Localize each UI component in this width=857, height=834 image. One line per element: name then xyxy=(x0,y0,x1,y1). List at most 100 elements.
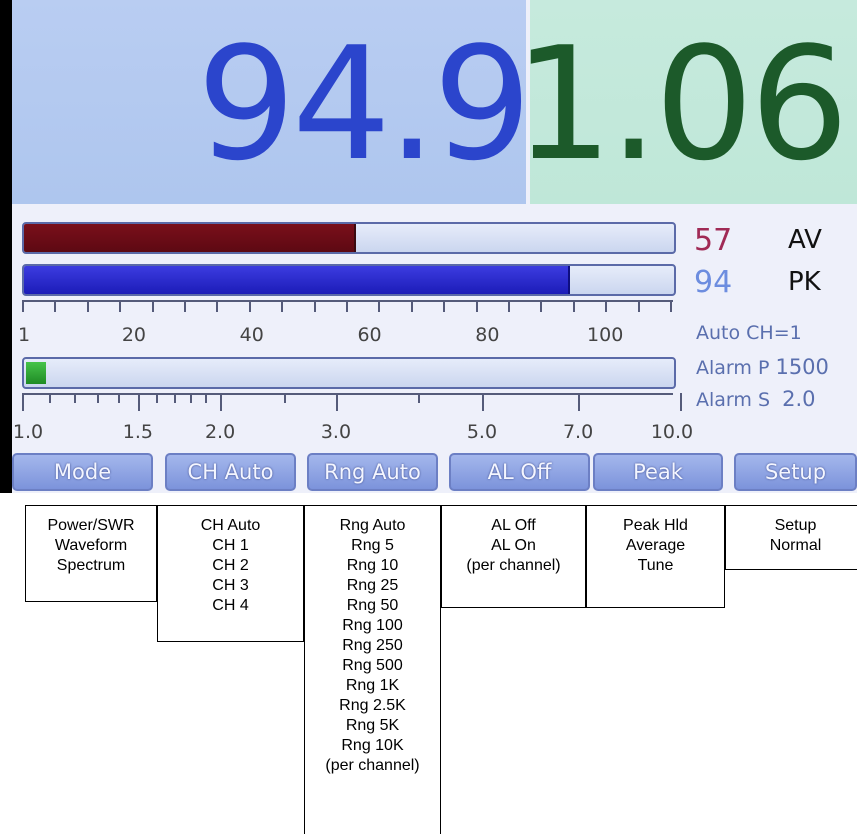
power-scale-tick xyxy=(605,300,608,312)
power-scale-label: 20 xyxy=(121,324,147,346)
range-menu-item: Rng 100 xyxy=(342,617,403,634)
swr-scale-tick xyxy=(481,393,484,411)
setup-menu-item: Normal xyxy=(769,537,822,554)
alarm-power-label: Alarm P xyxy=(696,357,770,379)
peak-menu-item: Peak Hld xyxy=(623,517,688,534)
swr-scale-tick xyxy=(189,393,192,403)
power-scale-tick xyxy=(637,300,640,312)
alarm-power-value: 1500 xyxy=(775,355,829,379)
range-menu-item: Rng 10K xyxy=(341,737,404,754)
power-scale-label: 80 xyxy=(475,324,500,346)
swr-scale-label: 2.0 xyxy=(204,421,236,443)
range-menu-item: Rng 5 xyxy=(351,537,394,554)
swr-scale-label: 1.0 xyxy=(12,421,44,443)
meter-display: 94.9 1.06 57 AV 94 PK 1 20 40 60 80 100 1.0 1.… xyxy=(12,0,857,493)
peak-button[interactable]: Peak xyxy=(593,453,723,491)
power-scale-tick xyxy=(508,300,510,312)
power-scale-tick xyxy=(670,300,672,312)
swr-scale-tick xyxy=(74,393,77,403)
swr-scale-tick xyxy=(96,393,99,403)
swr-scale-label: 5.0 xyxy=(466,421,498,443)
power-scale-tick xyxy=(119,300,122,312)
power-scale-tick xyxy=(54,300,57,312)
channel-menu-item: CH Auto xyxy=(200,517,261,534)
power-scale-tick xyxy=(540,300,543,312)
power-scale-tick xyxy=(313,300,316,312)
channel-menu-item: CH 3 xyxy=(212,577,249,594)
swr-scale-tick xyxy=(578,393,581,411)
range-button[interactable]: Rng Auto xyxy=(307,453,438,491)
peak-power-value: 94 xyxy=(694,265,733,300)
power-scale-label: 40 xyxy=(239,324,264,346)
setup-menu: Setup Normal xyxy=(725,505,857,570)
power-scale-label: 100 xyxy=(587,324,624,346)
swr-scale-tick xyxy=(283,393,286,403)
swr-scale-tick xyxy=(205,393,208,403)
power-scale-tick xyxy=(281,300,284,312)
power-scale-tick xyxy=(572,300,575,312)
channel-menu-item: CH 1 xyxy=(212,537,249,554)
meter-screen: 94.9 1.06 57 AV 94 PK 1 20 40 60 80 100 1.0 1.… xyxy=(0,0,857,493)
average-power-bar-fill xyxy=(24,224,356,252)
alarm-swr-status: Alarm S 2.0 xyxy=(696,388,816,411)
range-menu-item: Rng 50 xyxy=(346,597,399,614)
swr-scale-label: 3.0 xyxy=(320,421,352,443)
range-menu-item: Rng 250 xyxy=(342,637,403,654)
power-scale-tick xyxy=(151,300,154,312)
mode-menu-item: Waveform xyxy=(54,537,128,554)
range-menu-item: Rng 10 xyxy=(346,557,399,574)
alarm-menu-item: (per channel) xyxy=(466,557,561,574)
swr-scale-tick xyxy=(220,393,223,411)
alarm-menu-item: AL On xyxy=(491,537,536,554)
power-scale: 1 20 40 60 80 100 xyxy=(12,300,692,350)
swr-scale-tick xyxy=(118,393,121,403)
auto-channel-status: Auto CH=1 xyxy=(696,322,802,344)
power-scale-tick xyxy=(22,300,24,312)
power-scale-tick xyxy=(443,300,446,312)
power-scale-tick xyxy=(378,300,381,312)
alarm-power-status: Alarm P 1500 xyxy=(696,356,829,379)
swr-scale-tick xyxy=(335,393,338,411)
power-scale-tick xyxy=(216,300,219,312)
peak-power-bar xyxy=(22,264,676,296)
swr-scale-label: 10.0 xyxy=(650,421,694,443)
setup-menu-item: Setup xyxy=(774,517,817,534)
peak-menu-item: Average xyxy=(625,537,686,554)
swr-bar-fill xyxy=(26,362,46,384)
range-menu-item: Rng 1K xyxy=(345,677,400,694)
power-scale-label: 60 xyxy=(357,324,382,346)
average-power-value: 57 xyxy=(694,223,733,258)
setup-button[interactable]: Setup xyxy=(734,453,857,491)
power-readout-panel: 94.9 xyxy=(12,0,526,204)
swr-readout-panel: 1.06 xyxy=(530,0,857,204)
mode-menu-item: Power/SWR xyxy=(47,517,135,534)
swr-scale-label: 1.5 xyxy=(122,421,153,443)
channel-menu-item: CH 4 xyxy=(212,597,249,614)
alarm-menu: AL Off AL On (per channel) xyxy=(441,505,586,608)
power-scale-tick xyxy=(410,300,413,312)
power-scale-label: 1 xyxy=(17,324,31,346)
peak-menu: Peak Hld Average Tune xyxy=(586,505,725,608)
swr-scale: 1.0 1.5 2.0 3.0 5.0 7.0 10.0 xyxy=(12,393,694,451)
swr-value: 1.06 xyxy=(530,13,849,195)
range-menu-item: (per channel) xyxy=(325,757,420,774)
peak-power-bar-fill xyxy=(24,266,570,294)
power-scale-tick xyxy=(184,300,186,312)
range-menu-item: Rng 5K xyxy=(345,717,400,734)
mode-menu: Power/SWR Waveform Spectrum xyxy=(25,505,157,602)
range-menu-item: Rng 2.5K xyxy=(339,697,406,714)
mode-menu-item: Spectrum xyxy=(56,557,126,574)
power-value: 94.9 xyxy=(196,13,526,195)
range-menu-item: Rng 25 xyxy=(346,577,399,594)
swr-scale-tick xyxy=(173,393,176,403)
alarm-button[interactable]: AL Off xyxy=(449,453,590,491)
channel-menu-item: CH 2 xyxy=(212,557,249,574)
mode-button[interactable]: Mode xyxy=(12,453,153,491)
swr-scale-label: 7.0 xyxy=(562,421,594,443)
power-scale-tick xyxy=(346,300,348,312)
alarm-swr-label: Alarm S xyxy=(696,389,771,411)
peak-menu-item: Tune xyxy=(637,557,674,574)
power-scale-tick xyxy=(86,300,89,312)
average-label: AV xyxy=(788,225,822,255)
channel-button[interactable]: CH Auto xyxy=(165,453,296,491)
